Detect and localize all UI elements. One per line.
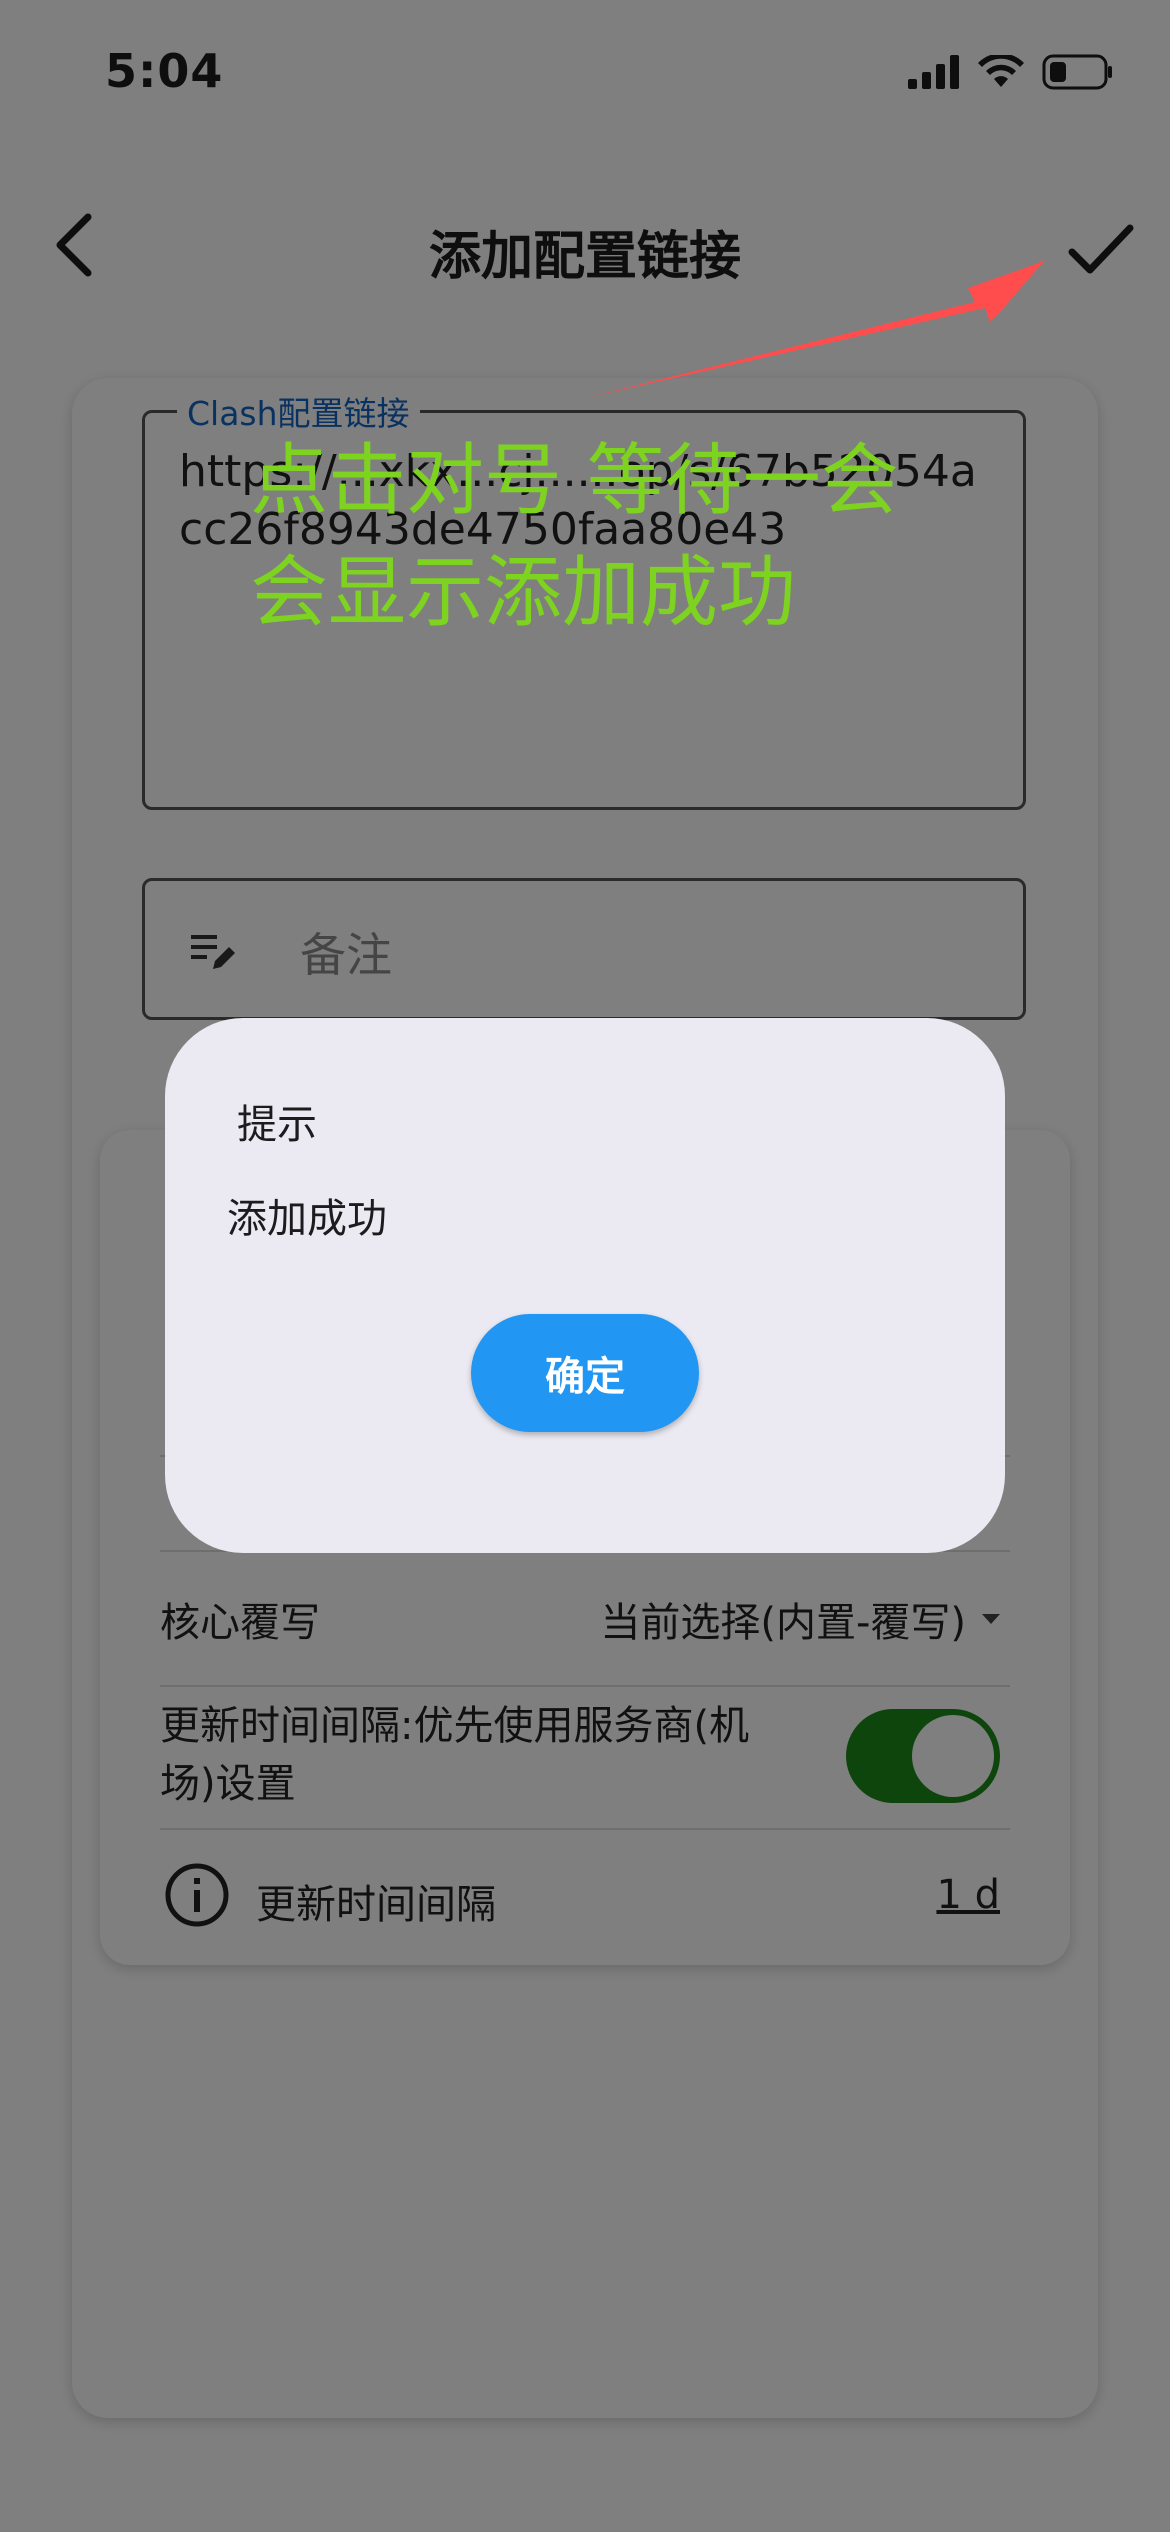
annotation-line-1: 点击对号 等待一会 (250, 436, 899, 526)
annotation-text: 点击对号 等待一会 会显示添加成功 (250, 425, 899, 649)
annotation-line-2: 会显示添加成功 (250, 548, 797, 638)
success-dialog: 提示 添加成功 确定 (165, 1018, 1005, 1553)
dialog-title: 提示 (237, 1102, 317, 1148)
dialog-ok-button[interactable]: 确定 (471, 1314, 699, 1432)
dialog-message: 添加成功 (227, 1196, 387, 1242)
